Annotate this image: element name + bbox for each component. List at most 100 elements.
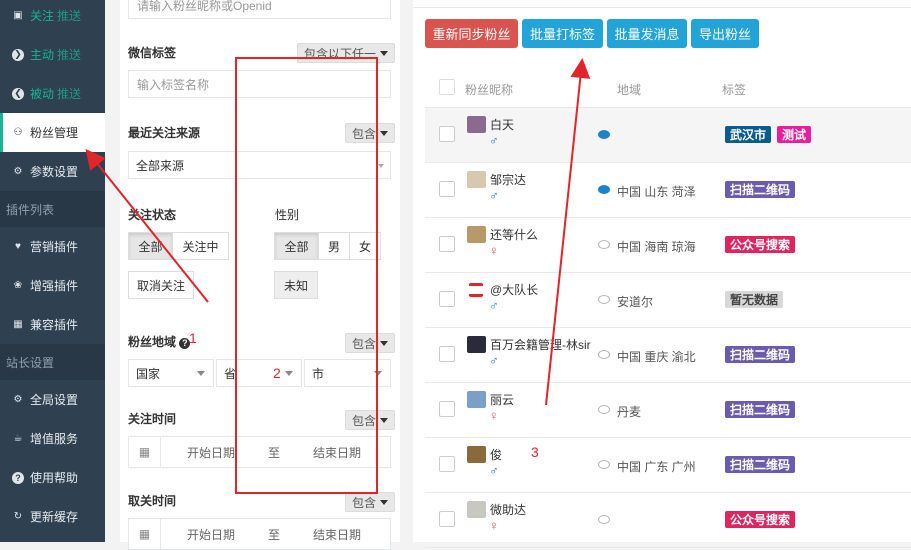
unfollow-date-end[interactable]: 结束日期 (287, 526, 387, 543)
annotation-3: 3 (531, 444, 539, 460)
tag-badge: 测试 (777, 126, 812, 143)
fan-nickname[interactable]: 百万会籍管理-林sir (490, 336, 591, 353)
users-icon: ⚇ (13, 127, 23, 138)
sidebar-item-label: 全局设置 (30, 393, 79, 407)
select-all-checkbox[interactable] (439, 79, 455, 95)
table-row[interactable]: 还等什么 ♀ 中国 海南 琼海 公众号搜索 (425, 218, 911, 273)
table-row[interactable]: 丽云 ♀ 丹麦 扫描二维码 (425, 383, 911, 438)
sidebar-item-paw[interactable]: ❀ 增强插件 (0, 266, 105, 305)
question-circle-icon: ? (12, 471, 24, 484)
avatar (467, 501, 486, 518)
tag-badge: 扫描二维码 (725, 401, 796, 418)
row-checkbox[interactable] (439, 511, 455, 527)
sidebar-item-arrow-circle-left[interactable]: ❮ 被动 推送 (0, 74, 105, 113)
table-row[interactable]: 俊 ♂ 中国 广东 广州 扫描二维码 (425, 438, 911, 493)
sidebar-item-sublabel: 推送 (57, 9, 82, 23)
col-region: 地域 (617, 83, 642, 97)
chat-icon[interactable] (598, 460, 610, 469)
country-select[interactable]: 国家 (128, 359, 214, 387)
sidebar-item-label: 参数设置 (30, 165, 79, 179)
tag-name-placeholder: 输入标签名称 (137, 77, 210, 92)
refresh-icon: ↻ (13, 511, 23, 522)
fan-nickname[interactable]: 邹宗达 (490, 171, 526, 188)
sidebar-item-label: 增值服务 (30, 432, 79, 446)
fan-nickname[interactable]: 白天 (490, 116, 514, 133)
gear-icon: ⚙ (13, 394, 23, 405)
tag-badge: 扫描二维码 (725, 456, 796, 473)
unfollow-date-start[interactable]: 开始日期 (161, 526, 261, 543)
row-checkbox[interactable] (439, 126, 455, 142)
fan-region: 中国 海南 琼海 (617, 240, 696, 254)
chat-icon[interactable] (598, 295, 610, 304)
chat-icon[interactable] (598, 350, 610, 359)
row-checkbox[interactable] (439, 346, 455, 362)
row-checkbox[interactable] (439, 236, 455, 252)
sidebar-item-rss[interactable]: ▣ 关注 推送 (0, 0, 105, 35)
follow-cancelled-button[interactable]: 取消关注 (128, 271, 194, 299)
sidebar-item-gear[interactable]: ⚙ 参数设置 (0, 152, 105, 191)
sidebar-item-coffee[interactable]: ☕ 增值服务 (0, 419, 105, 458)
male-icon: ♂ (489, 133, 499, 148)
unfollow-time-mode-dropdown[interactable]: 包含 (345, 492, 396, 512)
follow-all-button[interactable]: 全部 (128, 232, 173, 260)
sidebar-item-label: 被动 (30, 87, 55, 101)
chat-icon[interactable] (598, 185, 610, 194)
sidebar-item-refresh[interactable]: ↻ 更新缓存 (0, 497, 105, 536)
nickname-openid-input[interactable]: 请输入粉丝昵称或Openid (128, 0, 391, 19)
avatar (467, 446, 486, 463)
male-icon: ♂ (489, 188, 499, 203)
avatar (467, 226, 486, 243)
sidebar-item-question-circle[interactable]: ? 使用帮助 (0, 458, 105, 497)
sidebar-item-label: 营销插件 (30, 240, 79, 254)
table-row[interactable]: @大队长 ♂ 安道尔 暂无数据 (425, 273, 911, 328)
wechat-tag-label: 微信标签 (128, 46, 177, 60)
batch-message-button[interactable]: 批量发消息 (607, 19, 687, 48)
chat-icon[interactable] (598, 240, 610, 249)
sidebar-item-gear[interactable]: ⚙ 全局设置 (0, 380, 105, 419)
fan-region: 安道尔 (617, 295, 654, 309)
sidebar-item-users[interactable]: ⚇ 粉丝管理 (0, 113, 105, 152)
avatar (467, 116, 486, 133)
fan-nickname[interactable]: 还等什么 (490, 226, 538, 243)
sidebar-item-heart[interactable]: ♥ 营销插件 (0, 227, 105, 266)
grid-icon: ▦ (13, 319, 23, 330)
avatar (467, 171, 486, 188)
arrow-circle-right-icon: ❯ (12, 48, 24, 61)
sidebar: ▣ 关注 推送 ❯ 主动 推送 ❮ 被动 推送 ⚇ 粉丝管理 ⚙ 参数设置 插件列表 ♥ 营销插件 ❀ 增强插件 ▦… (0, 0, 105, 542)
fan-nickname[interactable]: 俊 (490, 446, 502, 463)
unfollow-date-range[interactable]: ▦ 开始日期 至 结束日期 (128, 518, 391, 550)
sidebar-item-sublabel: 推送 (57, 48, 82, 62)
batch-tag-button[interactable]: 批量打标签 (522, 19, 603, 48)
row-checkbox[interactable] (439, 456, 455, 472)
row-checkbox[interactable] (439, 291, 455, 307)
chat-icon[interactable] (598, 515, 610, 524)
tag-badge: 武汉市 (725, 126, 772, 143)
table-row[interactable]: 百万会籍管理-林sir ♂ 中国 重庆 渝北 扫描二维码 (425, 328, 911, 383)
export-fans-button[interactable]: 导出粉丝 (691, 19, 759, 48)
chevron-down-icon (380, 50, 389, 56)
chat-icon[interactable] (598, 130, 610, 139)
unfollow-time-label: 取关时间 (128, 494, 177, 508)
annotation-1: 1 (189, 330, 197, 346)
col-tags: 标签 (722, 83, 747, 97)
follow-active-button[interactable]: 关注中 (172, 232, 229, 260)
female-icon: ♀ (489, 243, 499, 258)
chat-icon[interactable] (598, 405, 610, 414)
row-checkbox[interactable] (439, 401, 455, 417)
sidebar-item-arrow-circle-right[interactable]: ❯ 主动 推送 (0, 35, 105, 74)
fan-nickname[interactable]: @大队长 (490, 281, 538, 298)
nickname-openid-placeholder: 请输入粉丝昵称或Openid (137, 0, 272, 13)
sidebar-item-grid[interactable]: ▦ 兼容插件 (0, 305, 105, 344)
region-label: 粉丝地域 ? (128, 333, 191, 350)
resync-fans-button[interactable]: 重新同步粉丝 (425, 19, 518, 48)
follow-status-group: 全部 关注中 (128, 232, 229, 260)
table-row[interactable]: 白天 ♂ 武汉市 测试 (425, 108, 911, 163)
fan-nickname[interactable]: 微助达 (490, 501, 526, 518)
fan-nickname[interactable]: 丽云 (490, 391, 514, 408)
table-row[interactable]: 微助达 ♀ 公众号搜索 (425, 493, 911, 548)
sidebar-item-label: 主动 (30, 48, 55, 62)
row-checkbox[interactable] (439, 181, 455, 197)
sidebar-item-label: 粉丝管理 (30, 126, 79, 140)
table-row[interactable]: 邹宗达 ♂ 中国 山东 菏泽 扫描二维码 (425, 163, 911, 218)
coffee-icon: ☕ (13, 433, 23, 444)
